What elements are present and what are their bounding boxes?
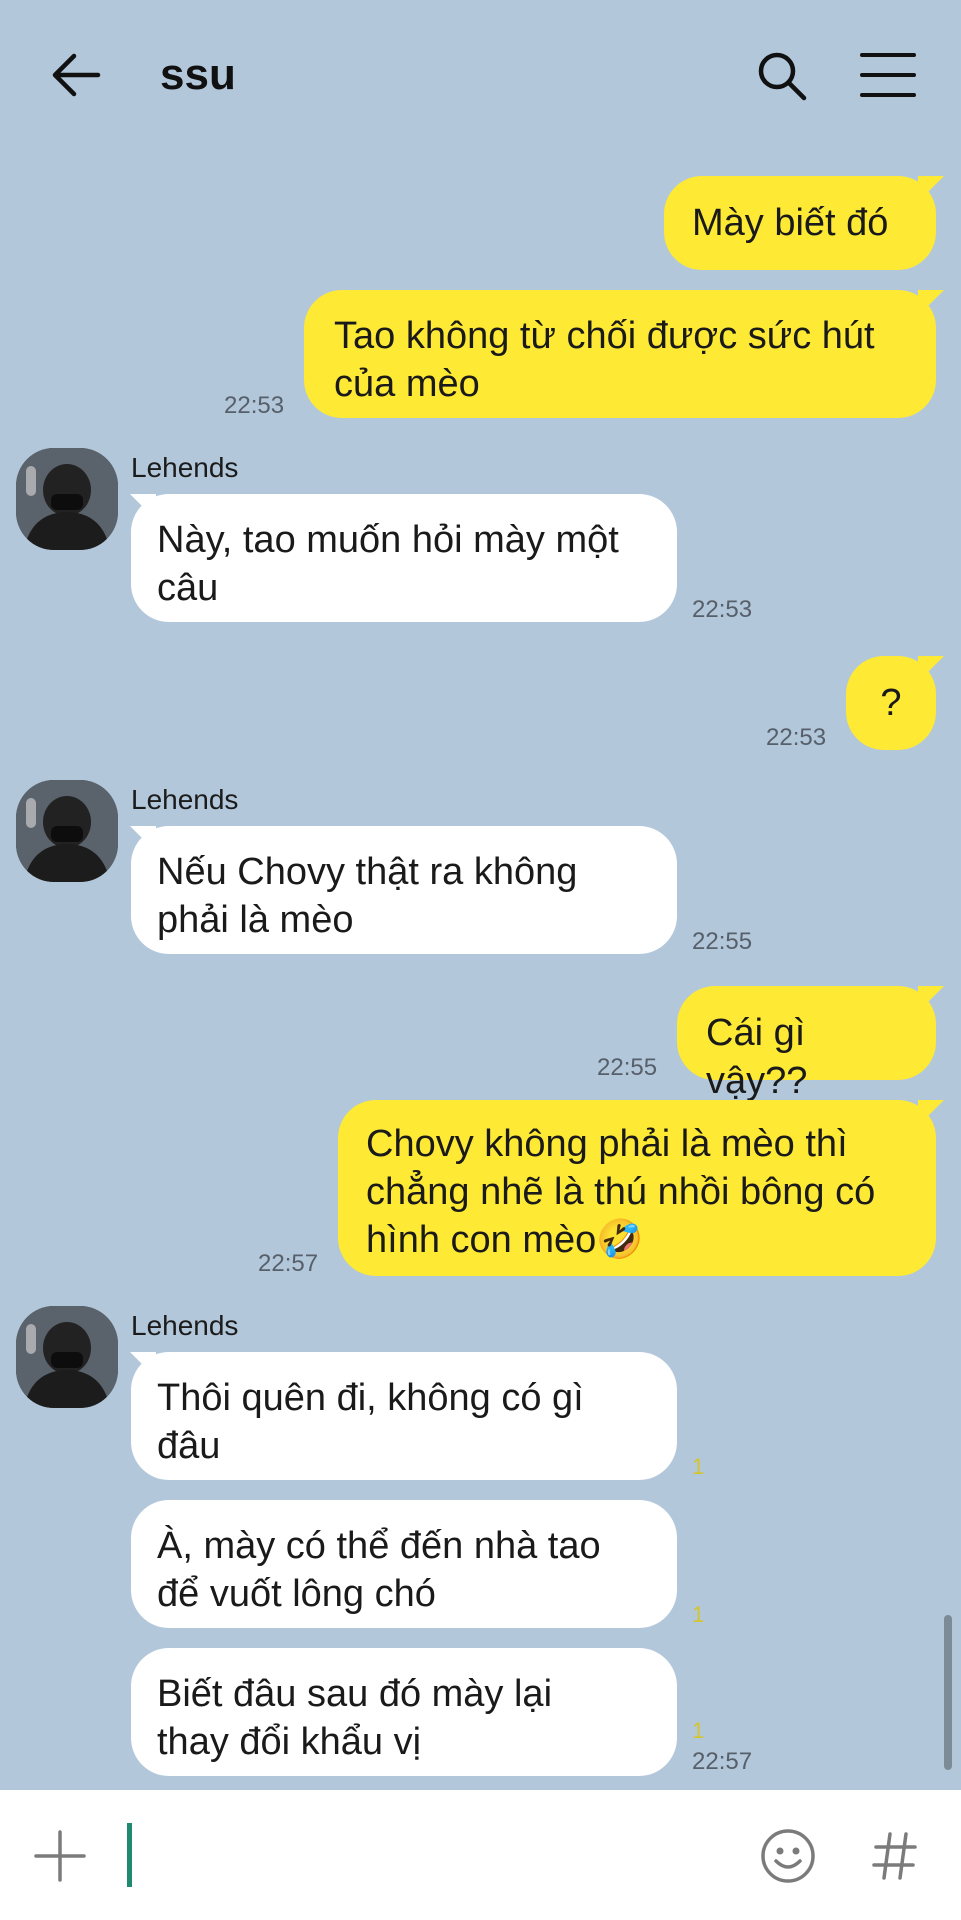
avatar-photo	[16, 780, 118, 882]
message-bubble-incoming[interactable]: Nếu Chovy thật ra không phải là mèo	[131, 826, 677, 954]
message-bubble-incoming[interactable]: Biết đâu sau đó mày lại thay đổi khẩu vị	[131, 1648, 677, 1776]
unread-count: 1	[692, 1602, 705, 1627]
message-bubble-incoming[interactable]: À, mày có thể đến nhà tao để vuốt lông c…	[131, 1500, 677, 1628]
sender-name: Lehends	[131, 1310, 239, 1341]
message-time: 22:57	[692, 1748, 753, 1775]
bubble-tail	[918, 1100, 944, 1126]
message-time: 22:53	[766, 724, 827, 751]
chat-scrollbar[interactable]	[944, 1615, 952, 1770]
message-time: 22:55	[597, 1054, 658, 1081]
back-button[interactable]	[48, 50, 104, 100]
message-bubble-outgoing[interactable]: Cái gì vậy??	[677, 986, 936, 1102]
message-bubble-incoming[interactable]: Thôi quên đi, không có gì đâu	[131, 1352, 677, 1480]
message-bubble-outgoing[interactable]: Tao không từ chối được sức hút của mèo	[304, 290, 936, 418]
message-time: 22:53	[692, 596, 753, 623]
bubble-tail	[918, 656, 944, 682]
bubble-tail	[918, 290, 944, 316]
message-time: 22:57	[258, 1250, 319, 1277]
avatar-photo	[16, 448, 118, 550]
message-bubble-incoming[interactable]: Này, tao muốn hỏi mày một câu	[131, 494, 677, 622]
arrow-left-icon	[52, 53, 101, 97]
emoji-icon	[761, 1829, 815, 1883]
contact-avatar[interactable]	[16, 1306, 118, 1408]
text-cursor	[127, 1823, 132, 1887]
contact-avatar[interactable]	[16, 448, 118, 550]
attach-button[interactable]	[34, 1830, 86, 1882]
sender-name: Lehends	[131, 452, 239, 483]
search-icon	[758, 52, 807, 101]
message-time: 22:53	[224, 392, 285, 419]
hashtag-icon	[872, 1832, 917, 1880]
unread-count: 1	[692, 1718, 705, 1743]
hashtag-button[interactable]	[872, 1830, 918, 1882]
message-bubble-outgoing[interactable]: Chovy không phải là mèo thì chẳng nhẽ là…	[338, 1100, 936, 1276]
hamburger-menu-icon	[860, 53, 916, 97]
bubble-tail	[918, 986, 944, 1012]
bubble-tail	[130, 494, 156, 520]
bubble-tail	[918, 176, 944, 202]
unread-count: 1	[692, 1454, 705, 1479]
menu-button[interactable]	[860, 52, 916, 98]
message-time: 22:55	[692, 928, 753, 955]
bubble-tail	[130, 1352, 156, 1378]
chat-title: ssu	[160, 50, 236, 99]
plus-icon	[34, 1830, 86, 1882]
contact-avatar[interactable]	[16, 780, 118, 882]
message-bubble-outgoing[interactable]: Mày biết đó	[664, 176, 936, 270]
sender-name: Lehends	[131, 784, 239, 815]
bubble-tail	[130, 826, 156, 852]
message-input[interactable]	[122, 1810, 732, 1900]
search-button[interactable]	[756, 50, 808, 102]
emoji-button[interactable]	[760, 1828, 816, 1884]
avatar-photo	[16, 1306, 118, 1408]
